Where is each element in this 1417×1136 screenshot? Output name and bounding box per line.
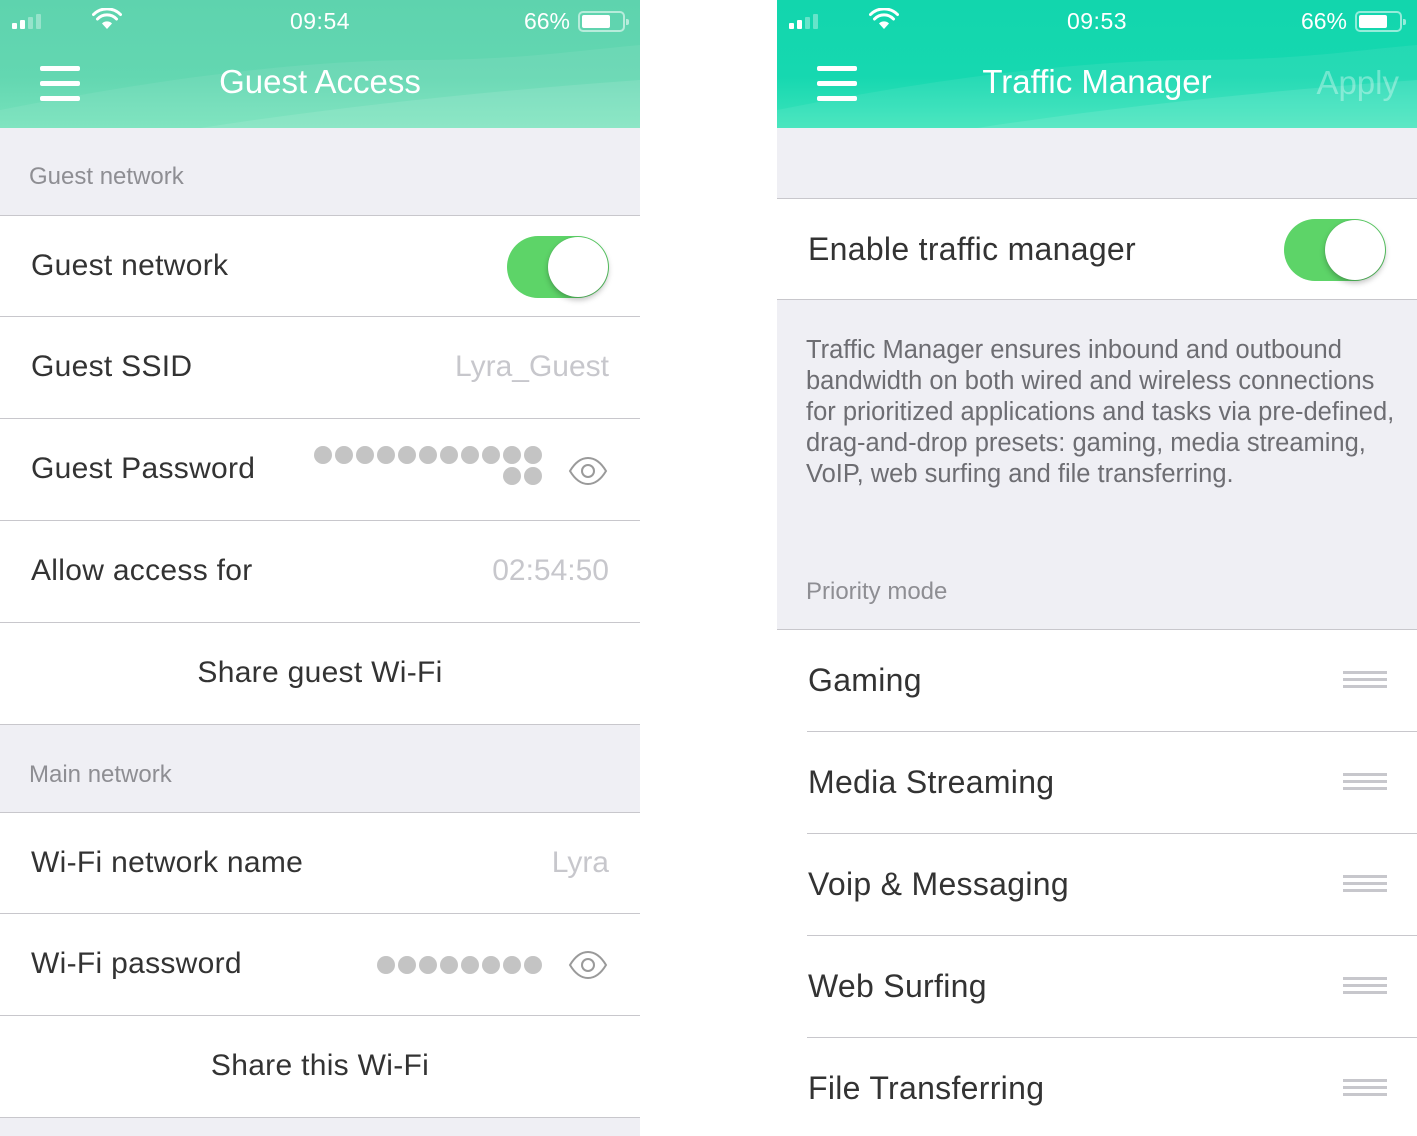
allow-access-countdown: 02:54:50 bbox=[492, 554, 609, 587]
enable-traffic-manager-label: Enable traffic manager bbox=[808, 231, 1136, 267]
password-dot bbox=[314, 446, 332, 464]
password-dot bbox=[482, 956, 500, 974]
wifi-network-name-label: Wi-Fi network name bbox=[31, 846, 304, 879]
password-dot bbox=[461, 446, 479, 464]
priority-item[interactable]: Gaming bbox=[777, 630, 1417, 732]
share-guest-wifi-row: Share guest Wi-Fi bbox=[0, 623, 640, 725]
page-title: Guest Access bbox=[219, 63, 421, 100]
priority-item-label: Media Streaming bbox=[808, 764, 1055, 800]
allow-access-label: Allow access for bbox=[31, 554, 253, 587]
password-dot bbox=[503, 467, 521, 485]
section-header-priority-mode: Priority mode bbox=[806, 578, 948, 605]
drag-handle-icon[interactable] bbox=[1343, 977, 1387, 995]
enable-traffic-manager-toggle[interactable] bbox=[1284, 219, 1386, 281]
guest-ssid-row[interactable]: Guest SSID Lyra_Guest bbox=[0, 317, 640, 419]
password-dot bbox=[398, 956, 416, 974]
share-guest-wifi-button[interactable]: Share guest Wi-Fi bbox=[0, 623, 640, 723]
guest-network-row: Guest network bbox=[0, 215, 640, 317]
password-dot bbox=[524, 956, 542, 974]
guest-access-screen: 09:54 66% Guest Access Guest network Gue… bbox=[0, 0, 640, 1136]
password-dot bbox=[398, 446, 416, 464]
guest-network-toggle[interactable] bbox=[507, 236, 609, 298]
allow-access-row[interactable]: Allow access for 02:54:50 bbox=[0, 521, 640, 623]
traffic-manager-screen: 09:53 66% Traffic Manager Apply Enable t… bbox=[777, 0, 1417, 1136]
password-dot bbox=[419, 446, 437, 464]
section-header-main-network: Main network bbox=[29, 761, 172, 788]
priority-item-label: File Transferring bbox=[808, 1070, 1045, 1106]
battery-percent: 66% bbox=[523, 8, 570, 34]
wifi-network-name-value[interactable]: Lyra bbox=[552, 813, 609, 913]
password-dot bbox=[524, 467, 542, 485]
enable-traffic-manager-row: Enable traffic manager bbox=[777, 198, 1417, 300]
guest-ssid-value[interactable]: Lyra_Guest bbox=[455, 317, 609, 417]
guest-password-label: Guest Password bbox=[31, 452, 256, 485]
password-dot bbox=[377, 956, 395, 974]
traffic-manager-description: Traffic Manager ensures inbound and outb… bbox=[806, 336, 1395, 488]
password-dot bbox=[335, 446, 353, 464]
wifi-network-name-row[interactable]: Wi-Fi network name Lyra bbox=[0, 812, 640, 914]
drag-handle-icon[interactable] bbox=[1343, 773, 1387, 791]
password-dot bbox=[503, 956, 521, 974]
battery-percent: 66% bbox=[1300, 8, 1347, 34]
nav-header: 09:54 66% Guest Access bbox=[0, 0, 640, 128]
apply-button[interactable]: Apply bbox=[1316, 64, 1399, 102]
status-bar: 09:54 66% bbox=[0, 0, 640, 40]
guest-ssid-label: Guest SSID bbox=[31, 350, 193, 383]
guest-password-masked-value[interactable] bbox=[312, 446, 542, 485]
password-dot bbox=[524, 446, 542, 464]
password-dot bbox=[461, 956, 479, 974]
priority-item[interactable]: Web Surfing bbox=[777, 936, 1417, 1038]
wifi-password-label: Wi-Fi password bbox=[31, 947, 242, 980]
guest-network-label: Guest network bbox=[31, 249, 229, 282]
drag-handle-icon[interactable] bbox=[1343, 1079, 1387, 1097]
battery-icon bbox=[578, 11, 629, 32]
status-bar: 09:53 66% bbox=[777, 0, 1417, 40]
eye-icon[interactable] bbox=[568, 950, 608, 980]
share-this-wifi-row: Share this Wi-Fi bbox=[0, 1016, 640, 1118]
priority-item-label: Web Surfing bbox=[808, 968, 987, 1004]
priority-item-label: Gaming bbox=[808, 662, 922, 698]
password-dot bbox=[419, 956, 437, 974]
priority-item[interactable]: Voip & Messaging bbox=[777, 834, 1417, 936]
eye-icon[interactable] bbox=[568, 456, 608, 486]
battery-icon bbox=[1355, 11, 1406, 32]
guest-password-row: Guest Password bbox=[0, 419, 640, 521]
password-dot bbox=[377, 446, 395, 464]
password-dot bbox=[503, 446, 521, 464]
drag-handle-icon[interactable] bbox=[1343, 671, 1387, 689]
nav-header: 09:53 66% Traffic Manager Apply bbox=[777, 0, 1417, 128]
section-header-guest-network: Guest network bbox=[29, 163, 184, 190]
priority-item[interactable]: Media Streaming bbox=[777, 732, 1417, 834]
password-dot bbox=[440, 446, 458, 464]
wifi-password-masked-value[interactable] bbox=[312, 956, 542, 974]
password-dot bbox=[356, 446, 374, 464]
password-dot bbox=[440, 956, 458, 974]
priority-item-label: Voip & Messaging bbox=[808, 866, 1069, 902]
share-this-wifi-button[interactable]: Share this Wi-Fi bbox=[0, 1016, 640, 1116]
drag-handle-icon[interactable] bbox=[1343, 875, 1387, 893]
wifi-password-row: Wi-Fi password bbox=[0, 914, 640, 1016]
password-dot bbox=[482, 446, 500, 464]
priority-item[interactable]: File Transferring bbox=[777, 1038, 1417, 1136]
